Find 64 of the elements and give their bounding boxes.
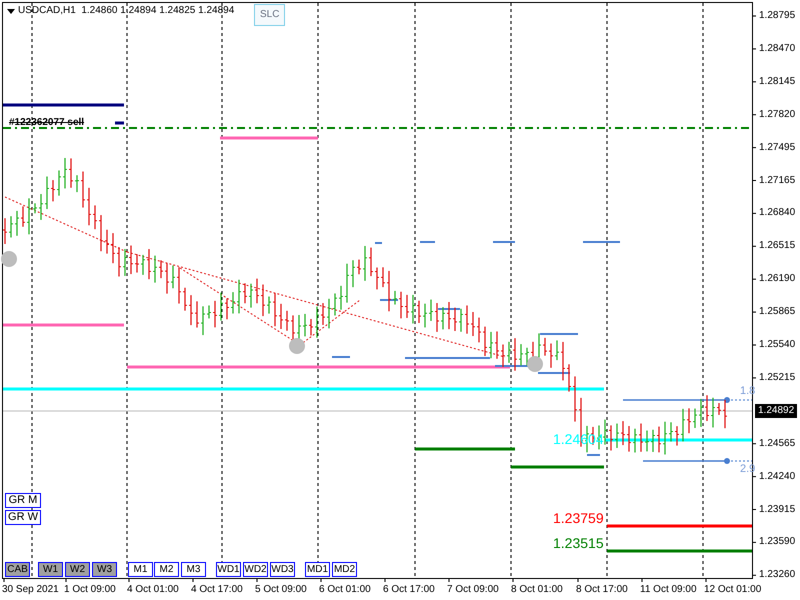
level-line <box>538 372 570 374</box>
marker-circle <box>1 251 17 267</box>
level-line <box>380 299 398 301</box>
price-label: 1.25215 <box>759 372 796 383</box>
current-price-label: 1.24892 <box>755 404 798 418</box>
price-label: 1.28145 <box>759 76 796 87</box>
chart-button[interactable]: WD1 <box>216 562 241 577</box>
chart-button[interactable]: WD2 <box>243 562 268 577</box>
dropdown-icon[interactable] <box>7 9 15 14</box>
price-label: 1.27820 <box>759 110 796 120</box>
price-label: 1.25865 <box>759 307 796 318</box>
level-line <box>438 308 460 310</box>
time-label: 30 Sep 2021 <box>2 585 59 595</box>
time-label: 11 Oct 09:00 <box>640 585 697 595</box>
time-label: 6 Oct 17:00 <box>383 585 435 595</box>
chart-button[interactable]: W3 <box>92 562 117 577</box>
level-line <box>540 333 578 335</box>
chart-button[interactable]: CAB <box>5 562 30 577</box>
chart-button[interactable]: GR W <box>5 510 41 525</box>
price-label: 1.23590 <box>759 537 796 548</box>
level-line <box>493 241 515 243</box>
level-line <box>375 242 382 244</box>
price-label: 1.26515 <box>759 241 796 252</box>
price-label: 1.27165 <box>759 176 796 186</box>
price-label: 1.25540 <box>759 340 796 350</box>
chart-header: USDCAD,H1 1.24860 1.24894 1.24825 1.24894 <box>18 6 234 16</box>
chart-button[interactable]: W1 <box>38 562 63 577</box>
chart-button[interactable]: M3 <box>181 562 206 577</box>
price-label: 1.23915 <box>759 504 796 514</box>
time-label: 4 Oct 01:00 <box>127 585 179 595</box>
chart-button[interactable]: MD1 <box>305 562 330 577</box>
time-label: 8 Oct 01:00 <box>511 585 563 595</box>
price-label: 1.23260 <box>759 570 796 580</box>
time-label: 4 Oct 17:00 <box>191 585 243 595</box>
chart-button[interactable]: M2 <box>154 562 179 577</box>
level-line <box>420 241 435 243</box>
price-label: 1.24240 <box>759 472 796 482</box>
price-label: 1.26190 <box>759 274 796 284</box>
time-label: 6 Oct 01:00 <box>319 585 371 595</box>
level-line <box>332 356 350 358</box>
chart-button[interactable]: W2 <box>65 562 90 577</box>
time-label: 12 Oct 01:00 <box>704 585 762 595</box>
level-line <box>115 122 124 124</box>
chart-button[interactable]: MD2 <box>332 562 357 577</box>
level-label: 1.23515 <box>553 536 604 550</box>
level-line <box>587 454 600 456</box>
chart-button[interactable]: WD3 <box>270 562 295 577</box>
marker-circle <box>527 356 543 372</box>
level-line <box>583 241 620 243</box>
level-label: 1.23759 <box>553 511 604 525</box>
price-label: 1.24565 <box>759 438 796 449</box>
chart-button[interactable]: GR M <box>5 493 41 508</box>
time-label: 5 Oct 09:00 <box>255 585 307 595</box>
price-label: 1.28795 <box>759 11 796 21</box>
order-label: #122362077 sell <box>9 118 84 128</box>
time-label: 8 Oct 17:00 <box>576 585 628 595</box>
slc-button[interactable]: SLC <box>254 4 286 26</box>
price-label: 1.27495 <box>759 142 796 153</box>
time-label: 7 Oct 09:00 <box>447 585 499 595</box>
marker-circle <box>289 338 305 354</box>
price-label: 1.28470 <box>759 44 796 54</box>
time-label: 1 Oct 09:00 <box>64 585 116 595</box>
price-label: 1.26840 <box>759 208 796 218</box>
chart-button[interactable]: M1 <box>128 562 153 577</box>
